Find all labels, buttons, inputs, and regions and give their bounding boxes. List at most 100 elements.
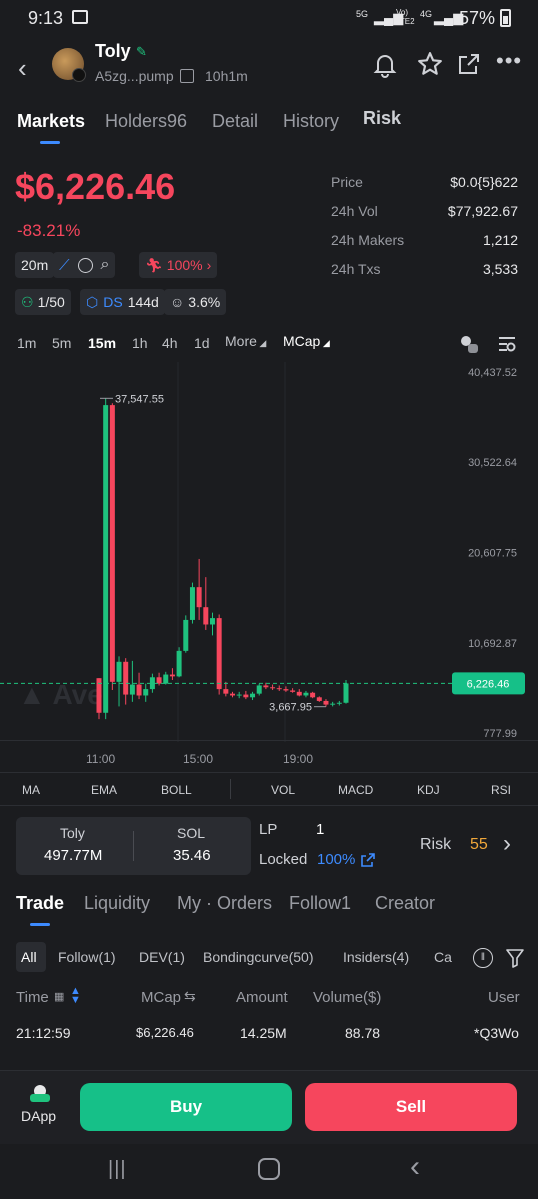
- candle-body[interactable]: [250, 693, 256, 698]
- indicator-boll[interactable]: BOLL: [161, 783, 192, 797]
- candle-body[interactable]: [189, 587, 195, 620]
- swap-icon[interactable]: ⇆: [184, 988, 196, 1005]
- back-icon[interactable]: ‹: [18, 53, 27, 84]
- tab-holders[interactable]: Holders96: [105, 111, 187, 132]
- col-mcap[interactable]: MCap: [141, 989, 181, 1006]
- candlestick-chart[interactable]: ▲ Ave40,437.5230,522.6420,607.7510,692.8…: [0, 362, 538, 742]
- pause-icon[interactable]: ‖: [473, 948, 493, 968]
- risk-label[interactable]: Risk: [420, 836, 451, 854]
- star-icon[interactable]: [417, 51, 443, 77]
- filter-insiders[interactable]: Insiders(4): [343, 949, 409, 965]
- candle-body[interactable]: [103, 405, 109, 713]
- tf-15m[interactable]: 15m: [88, 335, 116, 351]
- candle-body[interactable]: [276, 688, 282, 690]
- candle-body[interactable]: [156, 677, 162, 684]
- candle-body[interactable]: [310, 692, 316, 698]
- candle-body[interactable]: [336, 702, 342, 704]
- candle-body[interactable]: [223, 689, 229, 694]
- candle-body[interactable]: [163, 674, 169, 684]
- bell-icon[interactable]: [373, 52, 397, 78]
- holders-badge[interactable]: ⚇ 1/50: [15, 289, 71, 315]
- candle-body[interactable]: [169, 674, 175, 677]
- candle-body[interactable]: [183, 619, 189, 651]
- candle-body[interactable]: [196, 587, 202, 608]
- candle-body[interactable]: [303, 692, 309, 696]
- filter-dev[interactable]: DEV(1): [139, 949, 185, 965]
- tab-follow[interactable]: Follow1: [289, 893, 351, 914]
- tf-4h[interactable]: 4h: [162, 335, 178, 351]
- candle-body[interactable]: [136, 684, 142, 696]
- row-user[interactable]: *Q3Wo: [474, 1025, 519, 1041]
- tf-1d[interactable]: 1d: [194, 335, 210, 351]
- indicator-ma[interactable]: MA: [22, 783, 40, 797]
- candle-body[interactable]: [330, 703, 336, 705]
- candle-body[interactable]: [129, 684, 135, 695]
- tf-1m[interactable]: 1m: [17, 335, 36, 351]
- candle-body[interactable]: [109, 405, 115, 682]
- tab-detail[interactable]: Detail: [212, 111, 258, 132]
- candle-body[interactable]: [209, 618, 215, 625]
- candle-body[interactable]: [283, 689, 289, 691]
- candle-body[interactable]: [263, 685, 269, 688]
- candle-body[interactable]: [343, 683, 349, 703]
- drawing-tools-icon[interactable]: [458, 333, 480, 355]
- tf-mcap[interactable]: MCap ◢: [283, 333, 330, 349]
- candle-body[interactable]: [243, 694, 249, 698]
- candle-body[interactable]: [256, 685, 262, 694]
- candle-body[interactable]: [236, 694, 242, 696]
- funnel-icon[interactable]: [506, 948, 524, 968]
- col-time[interactable]: Time: [16, 989, 49, 1006]
- candle-body[interactable]: [203, 607, 209, 625]
- search-icon[interactable]: ⌕: [101, 256, 110, 274]
- tab-my-orders[interactable]: My · Orders: [177, 893, 272, 914]
- back-nav-icon[interactable]: ‹: [410, 1150, 420, 1184]
- indicator-kdj[interactable]: KDJ: [417, 783, 440, 797]
- share-icon[interactable]: [457, 52, 481, 76]
- risk-value[interactable]: 55: [470, 836, 488, 854]
- candle-body[interactable]: [270, 687, 276, 689]
- price-chart[interactable]: ▲ Ave 40,437.52 30,522.64 20,607.75 10,692.8…: [0, 362, 538, 742]
- tab-markets[interactable]: Markets: [17, 111, 85, 132]
- candle-body[interactable]: [296, 691, 302, 696]
- pct-badge[interactable]: ☺ 3.6%: [164, 289, 227, 315]
- candle-body[interactable]: [123, 661, 129, 695]
- filter-all[interactable]: All: [21, 949, 37, 965]
- dapp-icon[interactable]: [30, 1085, 50, 1103]
- candle-body[interactable]: [323, 700, 329, 705]
- interval-tag[interactable]: 20m: [15, 252, 55, 278]
- candle-body[interactable]: [176, 650, 182, 677]
- tab-trade[interactable]: Trade: [16, 893, 64, 914]
- candle-body[interactable]: [143, 689, 149, 696]
- tab-risk[interactable]: Risk: [363, 108, 401, 129]
- tab-creator[interactable]: Creator: [375, 893, 435, 914]
- edit-pen-icon[interactable]: ✎: [136, 44, 147, 60]
- indicator-vol[interactable]: VOL: [271, 783, 295, 797]
- candle-body[interactable]: [316, 697, 322, 701]
- candle-body[interactable]: [216, 618, 222, 690]
- token-address[interactable]: A5zg...pump: [95, 68, 174, 84]
- tf-more[interactable]: More ◢: [225, 333, 266, 349]
- tab-history[interactable]: History: [283, 111, 339, 132]
- feather-icon[interactable]: ⟋: [59, 257, 70, 274]
- table-row[interactable]: 21:12:59 $6,226.46 14.25M 88.78 *Q3Wo: [0, 1022, 538, 1046]
- more-icon[interactable]: •••: [496, 48, 522, 74]
- buy-button[interactable]: Buy: [80, 1083, 292, 1131]
- recents-icon[interactable]: |||: [108, 1158, 127, 1181]
- indicator-macd[interactable]: MACD: [338, 783, 373, 797]
- external-link-icon[interactable]: [360, 852, 376, 868]
- home-icon[interactable]: [258, 1158, 280, 1180]
- run-tag[interactable]: 🏃︎ 100% ›: [139, 252, 218, 278]
- filter-cabal[interactable]: Ca: [434, 949, 452, 965]
- candle-body[interactable]: [290, 690, 296, 692]
- chevron-right-icon[interactable]: ›: [503, 830, 511, 858]
- filter-bondingcurve[interactable]: Bondingcurve(50): [203, 949, 314, 965]
- chart-settings-icon[interactable]: [496, 333, 518, 355]
- tf-5m[interactable]: 5m: [52, 335, 71, 351]
- sell-button[interactable]: Sell: [305, 1083, 517, 1131]
- copy-icon[interactable]: [180, 69, 194, 83]
- indicator-ema[interactable]: EMA: [91, 783, 117, 797]
- indicator-rsi[interactable]: RSI: [491, 783, 511, 797]
- filter-follow[interactable]: Follow(1): [58, 949, 116, 965]
- candle-body[interactable]: [230, 693, 236, 696]
- tf-1h[interactable]: 1h: [132, 335, 148, 351]
